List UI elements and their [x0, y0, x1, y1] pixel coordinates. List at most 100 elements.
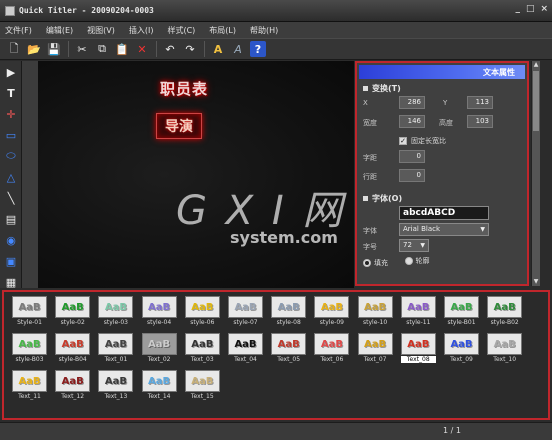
- canvas-heading-text[interactable]: 职员表: [160, 78, 208, 99]
- menu-edit[interactable]: 编辑(E): [46, 25, 73, 36]
- style-preview: AaB: [228, 333, 263, 355]
- menu-file[interactable]: 文件(F): [5, 25, 32, 36]
- delete-icon[interactable]: ✕: [134, 41, 150, 57]
- paste-icon[interactable]: 📋: [114, 41, 130, 57]
- style-swatch[interactable]: AaB Text_06: [314, 333, 350, 363]
- text-tool-icon[interactable]: T: [2, 84, 20, 102]
- main-toolbar: 🗋 📂 💾 ✂ ⧉ 📋 ✕ ↶ ↷ A A ?: [0, 38, 552, 60]
- style-swatch[interactable]: AaB style-B03: [12, 333, 47, 363]
- style-swatch[interactable]: AaB style-06: [184, 296, 220, 326]
- open-file-icon[interactable]: 📂: [26, 41, 42, 57]
- layer-tool-icon[interactable]: ▣: [2, 252, 20, 270]
- style-swatch[interactable]: AaB style-B02: [487, 296, 523, 326]
- scroll-up-icon[interactable]: ▲: [532, 61, 540, 69]
- radio-selected-icon: [363, 259, 371, 267]
- ellipse-tool-icon[interactable]: ⬭: [2, 147, 20, 165]
- style-swatch[interactable]: AaB Text_04: [228, 333, 263, 363]
- style-label: style-10: [363, 319, 388, 326]
- style-swatch[interactable]: AaB Text_10: [487, 333, 523, 363]
- aspect-ratio-checkbox[interactable]: ✓ 固定长宽比: [399, 136, 446, 146]
- aspect-ratio-label: 固定长宽比: [411, 137, 446, 145]
- leading-input[interactable]: 0: [399, 169, 425, 182]
- style-swatch[interactable]: AaB Text_11: [12, 370, 47, 400]
- close-button[interactable]: ×: [540, 4, 548, 14]
- style-label: style-B02: [490, 319, 519, 326]
- align-tool-icon[interactable]: ▤: [2, 210, 20, 228]
- new-file-icon[interactable]: 🗋: [6, 41, 22, 57]
- kerning-input[interactable]: 0: [399, 150, 425, 163]
- style-swatch[interactable]: AaB Text_14: [141, 370, 177, 400]
- menu-insert[interactable]: 插入(I): [129, 25, 154, 36]
- font-size-label: 字号: [363, 243, 377, 251]
- title-canvas[interactable]: 职员表 导演: [38, 61, 354, 288]
- style-swatch[interactable]: AaB style-03: [98, 296, 134, 326]
- font-size-select[interactable]: 72 ▼: [399, 239, 429, 252]
- style-swatch[interactable]: AaB style-B01: [444, 296, 479, 326]
- style-swatch[interactable]: AaB Text_07: [357, 333, 393, 363]
- maximize-button[interactable]: □: [526, 4, 535, 14]
- minimize-button[interactable]: _: [515, 4, 520, 14]
- style-label: style-06: [190, 319, 215, 326]
- style-swatch[interactable]: AaB Text_01: [98, 333, 134, 363]
- outline-radio[interactable]: 轮廓: [404, 256, 430, 266]
- menu-help[interactable]: 帮助(H): [250, 25, 278, 36]
- triangle-tool-icon[interactable]: △: [2, 168, 20, 186]
- menu-layout[interactable]: 布局(L): [209, 25, 236, 36]
- kerning-row: 字距 0: [359, 149, 525, 168]
- style-swatch[interactable]: AaB style-04: [141, 296, 177, 326]
- text-style-icon[interactable]: A: [210, 41, 226, 57]
- style-preview: AaB: [12, 370, 47, 392]
- height-input[interactable]: 103: [467, 115, 493, 128]
- style-swatch[interactable]: AaB style-10: [357, 296, 393, 326]
- x-input[interactable]: 286: [399, 96, 425, 109]
- transform-section[interactable]: 变换(T): [359, 81, 525, 95]
- style-swatch[interactable]: AaB Text_09: [444, 333, 479, 363]
- cut-icon[interactable]: ✂: [74, 41, 90, 57]
- style-label: style-B03: [15, 356, 44, 363]
- style-swatch[interactable]: AaB style-08: [271, 296, 307, 326]
- crosshair-tool-icon[interactable]: ✛: [2, 105, 20, 123]
- toolbar-divider: [156, 41, 157, 57]
- style-preview: AaB: [271, 333, 307, 355]
- save-icon[interactable]: 💾: [46, 41, 62, 57]
- style-swatch[interactable]: AaB style-07: [228, 296, 263, 326]
- select-tool-icon[interactable]: ▶: [2, 63, 20, 81]
- properties-scrollbar[interactable]: ▲ ▼: [531, 61, 540, 286]
- style-swatch[interactable]: AaB Text_08: [400, 333, 436, 363]
- redo-icon[interactable]: ↷: [182, 41, 198, 57]
- style-swatch[interactable]: AaB Text_03: [184, 333, 220, 363]
- undo-icon[interactable]: ↶: [162, 41, 178, 57]
- width-input[interactable]: 146: [399, 115, 425, 128]
- rectangle-tool-icon[interactable]: ▭: [2, 126, 20, 144]
- motion-tool-icon[interactable]: ◉: [2, 231, 20, 249]
- style-preview: AaB: [444, 296, 479, 318]
- style-swatch[interactable]: AaB Text_12: [55, 370, 91, 400]
- text-format-icon[interactable]: A: [230, 41, 246, 57]
- style-swatch[interactable]: AaB Text_05: [271, 333, 307, 363]
- font-section[interactable]: 字体(O): [359, 191, 525, 205]
- fill-radio[interactable]: 填充: [363, 258, 388, 268]
- width-label: 宽度: [363, 119, 377, 127]
- style-swatch[interactable]: AaB style-B04: [55, 333, 91, 363]
- menu-view[interactable]: 视图(V): [87, 25, 115, 36]
- help-icon[interactable]: ?: [250, 41, 266, 57]
- font-select[interactable]: Arial Black ▼: [399, 223, 489, 236]
- style-swatch[interactable]: AaB Style-01: [12, 296, 47, 326]
- style-swatch[interactable]: AaB style-02: [55, 296, 91, 326]
- style-preview: AaB: [314, 333, 350, 355]
- menu-style[interactable]: 样式(C): [167, 25, 195, 36]
- copy-icon[interactable]: ⧉: [94, 41, 110, 57]
- line-tool-icon[interactable]: ╲: [2, 189, 20, 207]
- scroll-down-icon[interactable]: ▼: [532, 278, 540, 286]
- grid-tool-icon[interactable]: ▦: [2, 273, 20, 291]
- fill-mode-row: 填充 轮廓: [359, 254, 525, 268]
- style-swatch[interactable]: AaB Text_13: [98, 370, 134, 400]
- style-swatch[interactable]: AaB Text_15: [184, 370, 220, 400]
- scroll-thumb[interactable]: [533, 71, 539, 131]
- style-swatch[interactable]: AaB style-11: [400, 296, 436, 326]
- app-icon: [5, 5, 15, 16]
- y-input[interactable]: 113: [467, 96, 493, 109]
- style-swatch[interactable]: AaB style-09: [314, 296, 350, 326]
- style-swatch[interactable]: AaB Text_02: [141, 333, 177, 363]
- canvas-boxed-text[interactable]: 导演: [156, 113, 202, 139]
